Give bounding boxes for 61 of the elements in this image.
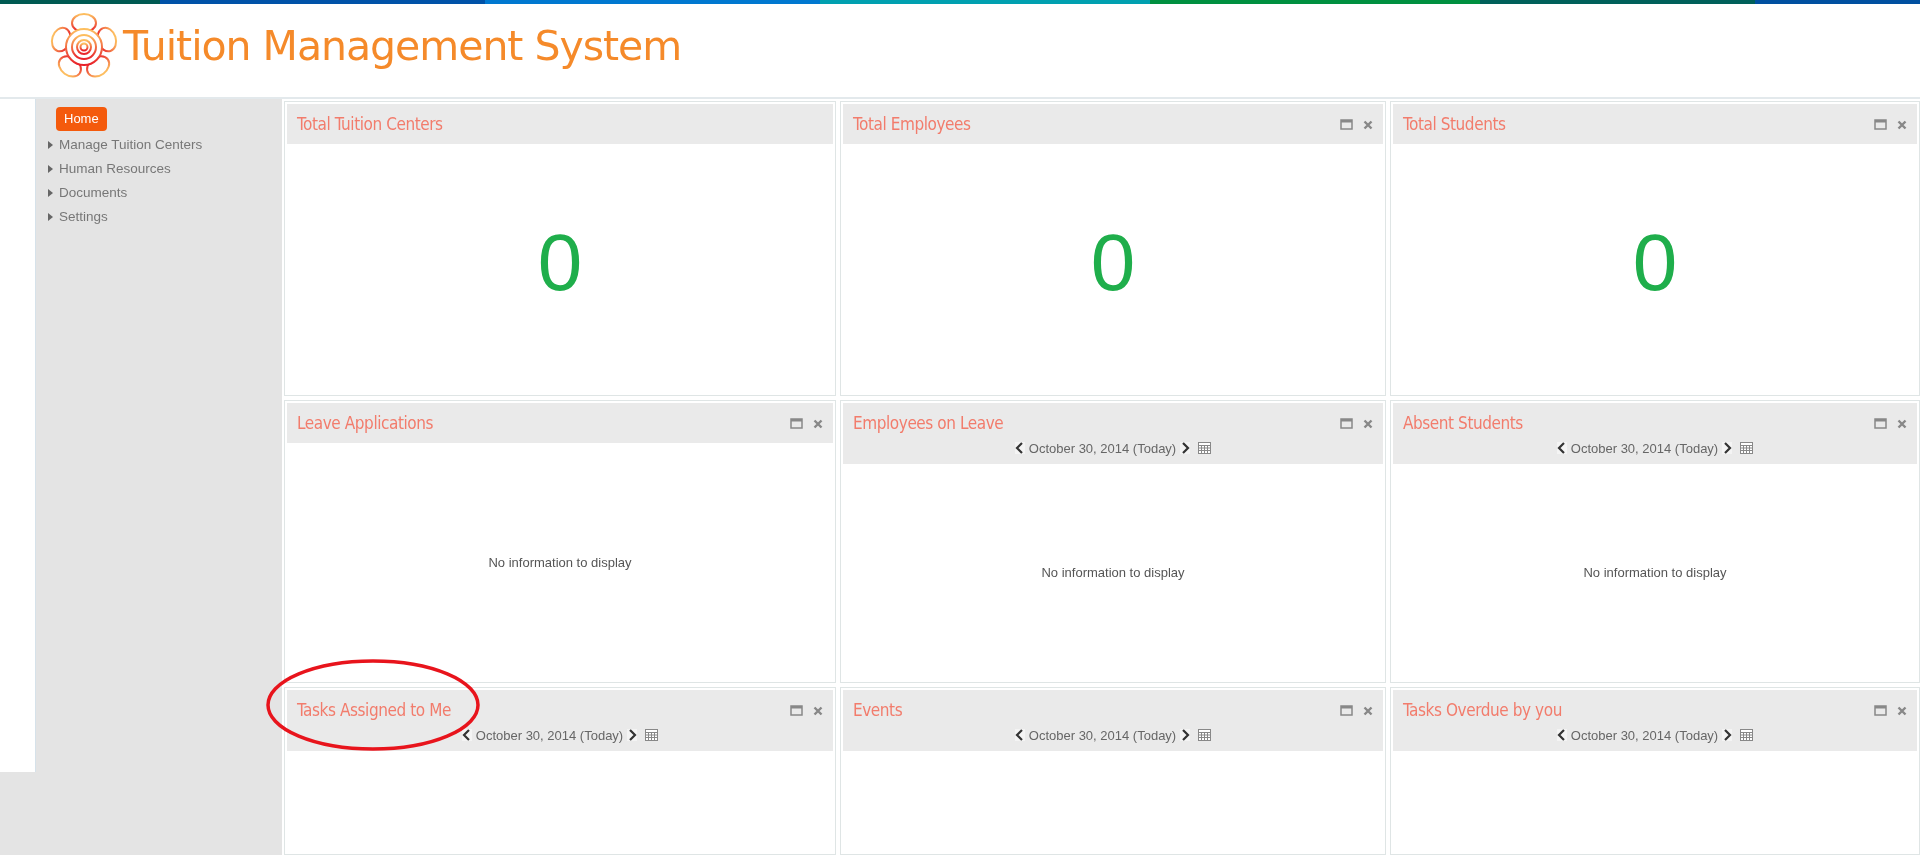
sidebar-link[interactable]: Home	[56, 107, 107, 131]
caret-icon	[48, 140, 53, 149]
close-icon[interactable]	[1363, 705, 1373, 716]
date-label: October 30, 2014 (Today)	[1028, 726, 1177, 745]
empty-message: No information to display	[1041, 564, 1185, 583]
caret-icon	[48, 213, 53, 222]
sidebar-link[interactable]: Manage Tuition Centers	[48, 134, 282, 155]
maximize-icon[interactable]	[790, 705, 803, 717]
close-icon[interactable]	[1897, 119, 1907, 130]
previous-day-chevron-icon[interactable]	[461, 729, 472, 742]
panel-title: Events	[853, 699, 903, 722]
maximize-icon[interactable]	[1874, 119, 1887, 131]
date-label: October 30, 2014 (Today)	[1570, 439, 1719, 458]
previous-day-chevron-icon[interactable]	[1014, 442, 1025, 455]
date-label: October 30, 2014 (Today)	[1028, 439, 1177, 458]
maximize-icon[interactable]	[1340, 119, 1353, 131]
previous-day-chevron-icon[interactable]	[1014, 729, 1025, 742]
previous-day-chevron-icon[interactable]	[1556, 442, 1567, 455]
panel-title: Absent Students	[1403, 412, 1523, 435]
close-icon[interactable]	[1897, 418, 1907, 429]
close-icon[interactable]	[813, 705, 823, 716]
date-label: October 30, 2014 (Today)	[1570, 726, 1719, 745]
next-day-chevron-icon[interactable]	[1180, 729, 1191, 742]
app-title: Tuition Management System	[123, 20, 682, 72]
empty-message: No information to display	[488, 553, 632, 572]
count-value: 0	[1632, 223, 1678, 310]
previous-day-chevron-icon[interactable]	[1556, 729, 1567, 742]
next-day-chevron-icon[interactable]	[627, 729, 638, 742]
panel-title: Tasks Assigned to Me	[297, 699, 451, 722]
close-icon[interactable]	[813, 418, 823, 429]
sidebar-link[interactable]: Settings	[48, 207, 282, 228]
caret-icon	[48, 189, 53, 198]
date-label: October 30, 2014 (Today)	[475, 726, 624, 745]
sidebar-link[interactable]: Human Resources	[48, 158, 282, 179]
next-day-chevron-icon[interactable]	[1180, 442, 1191, 455]
calendar-icon[interactable]	[1198, 729, 1212, 742]
calendar-icon[interactable]	[1740, 729, 1754, 742]
caret-icon	[48, 164, 53, 173]
next-day-chevron-icon[interactable]	[1722, 442, 1733, 455]
calendar-icon[interactable]	[1198, 442, 1212, 455]
panel-title: Employees on Leave	[853, 412, 1004, 435]
sidebar-link[interactable]: Documents	[48, 183, 282, 204]
count-value: 0	[537, 223, 583, 310]
calendar-icon[interactable]	[1740, 442, 1754, 455]
calendar-icon[interactable]	[645, 729, 659, 742]
next-day-chevron-icon[interactable]	[1722, 729, 1733, 742]
panel-title: Leave Applications	[297, 412, 434, 435]
panel-title: Total Tuition Centers	[297, 113, 443, 136]
maximize-icon[interactable]	[790, 418, 803, 430]
close-icon[interactable]	[1363, 119, 1373, 130]
maximize-icon[interactable]	[1340, 705, 1353, 717]
panel-title: Total Students	[1403, 113, 1506, 136]
close-icon[interactable]	[1897, 705, 1907, 716]
count-value: 0	[1090, 223, 1136, 310]
panel-title: Total Employees	[853, 113, 971, 136]
empty-message: No information to display	[1583, 564, 1727, 583]
maximize-icon[interactable]	[1340, 418, 1353, 430]
panel-title: Tasks Overdue by you	[1403, 699, 1562, 722]
close-icon[interactable]	[1363, 418, 1373, 429]
maximize-icon[interactable]	[1874, 418, 1887, 430]
maximize-icon[interactable]	[1874, 705, 1887, 717]
